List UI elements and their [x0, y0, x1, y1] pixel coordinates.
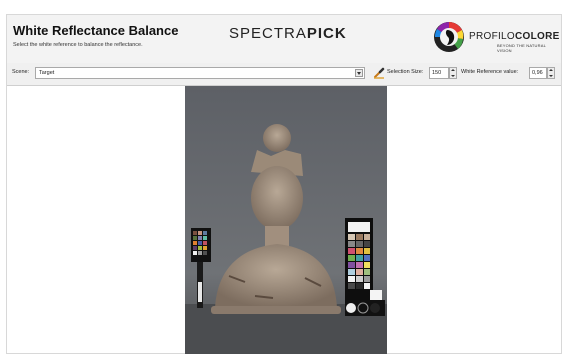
scene-select[interactable]: Target [35, 67, 365, 79]
selection-size-label: Selection Size: [387, 69, 424, 75]
white-reference-label: White Reference value: [461, 69, 519, 75]
white-reference-stepper[interactable] [547, 67, 555, 79]
spectrapick-logo: SPECTRAPICK [229, 25, 347, 42]
app-window: White Reflectance Balance Select the whi… [6, 14, 562, 354]
scene-image[interactable] [185, 86, 387, 354]
page-title: White Reflectance Balance [13, 23, 179, 38]
chevron-down-icon[interactable] [355, 69, 363, 77]
logo-tagline: BEYOND THE NATURAL VISION [497, 43, 546, 53]
image-viewer[interactable] [7, 85, 561, 354]
selection-size-input[interactable]: 150 [429, 67, 449, 79]
profilocolore-wordmark: PROFILOCOLORE [469, 31, 560, 42]
scene-label: Scene: [12, 69, 30, 75]
selection-size-stepper[interactable] [449, 67, 457, 79]
scene-selected-value: Target [39, 70, 55, 76]
header: White Reflectance Balance Select the whi… [7, 15, 561, 63]
page-subtitle: Select the white reference to balance th… [13, 42, 143, 48]
brand-light: SPECTRA [229, 25, 307, 42]
white-reference-input[interactable]: 0,96 [529, 67, 547, 79]
eyedropper-icon[interactable] [373, 66, 385, 79]
brand-bold: PICK [306, 25, 347, 42]
profilocolore-logo-icon [434, 22, 464, 52]
logo-light: PROFILO [469, 31, 515, 42]
logo-bold: COLORE [515, 31, 560, 42]
toolbar: Scene: Target Selection Size: 150 White … [7, 65, 561, 82]
